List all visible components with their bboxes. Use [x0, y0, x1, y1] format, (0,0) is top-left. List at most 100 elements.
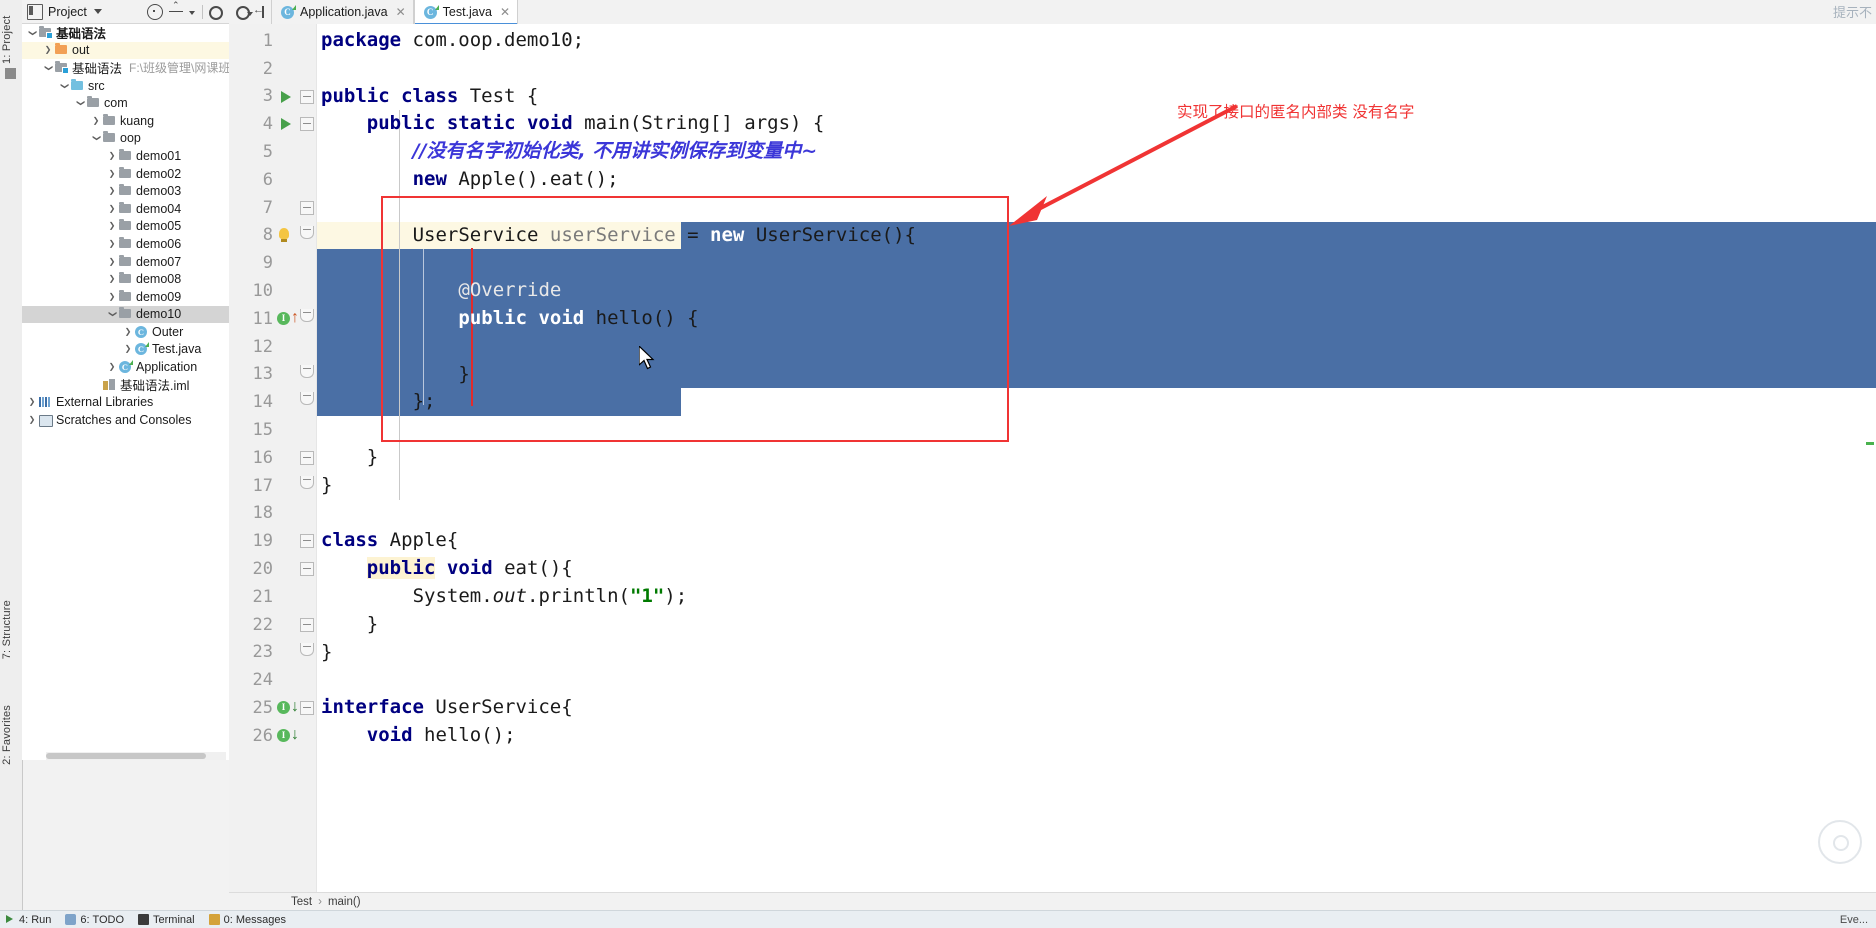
- chevron-right-icon[interactable]: [122, 327, 134, 337]
- code-line[interactable]: System.out.println("1");: [317, 583, 1876, 611]
- fold-control[interactable]: [295, 555, 317, 583]
- gutter-row[interactable]: 3: [229, 83, 317, 111]
- tree-item-demo03[interactable]: demo03: [22, 182, 229, 200]
- gutter-row[interactable]: 9: [229, 249, 317, 277]
- code-line[interactable]: new Apple().eat();: [317, 166, 1876, 194]
- fold-control[interactable]: [295, 222, 317, 250]
- chevron-right-icon[interactable]: [106, 186, 118, 196]
- code-content[interactable]: package com.oop.demo10; public class Test…: [317, 24, 1876, 900]
- chevron-down-icon[interactable]: [106, 309, 118, 319]
- code-line[interactable]: @Override: [317, 277, 1876, 305]
- gutter-marker[interactable]: [275, 110, 295, 138]
- gutter-row[interactable]: 22: [229, 611, 317, 639]
- fold-control[interactable]: [295, 83, 317, 111]
- code-line[interactable]: }: [317, 472, 1876, 500]
- chevron-right-icon[interactable]: [106, 169, 118, 179]
- gutter-marker[interactable]: [275, 500, 295, 528]
- tree-item-out[interactable]: out: [22, 41, 229, 60]
- implements-icon[interactable]: I: [277, 312, 290, 325]
- fold-collapse-icon[interactable]: [300, 200, 314, 215]
- gutter-marker[interactable]: I ↑: [275, 305, 299, 333]
- gutter-row[interactable]: 6: [229, 166, 317, 194]
- gutter-marker[interactable]: I ↓: [275, 722, 299, 750]
- fold-control[interactable]: [295, 110, 317, 138]
- fold-control[interactable]: [295, 500, 317, 528]
- chevron-right-icon[interactable]: [106, 151, 118, 161]
- gutter-row[interactable]: 8: [229, 222, 317, 250]
- fold-control[interactable]: [295, 27, 317, 55]
- gutter-marker[interactable]: [275, 388, 295, 416]
- chevron-down-icon[interactable]: [42, 63, 54, 73]
- gutter-row[interactable]: 24: [229, 666, 317, 694]
- code-line[interactable]: }: [317, 361, 1876, 389]
- gutter-row[interactable]: 13: [229, 361, 317, 389]
- chevron-right-icon[interactable]: [90, 116, 102, 126]
- code-editor[interactable]: 1 2 3 4 5 6 7 8 9 10 11 I ↑ 12 13 14 15 16 17 18 19 20 21 22 23 2…: [229, 24, 1876, 900]
- chevron-right-icon[interactable]: [106, 257, 118, 267]
- chevron-right-icon[interactable]: [26, 415, 38, 425]
- chevron-down-icon[interactable]: [93, 9, 102, 14]
- tree-item-demo01[interactable]: demo01: [22, 147, 229, 165]
- fold-control[interactable]: [295, 666, 317, 694]
- tree-item-externallibraries[interactable]: External Libraries: [22, 393, 229, 411]
- gutter-marker[interactable]: [275, 138, 295, 166]
- tree-item-com[interactable]: com: [22, 94, 229, 112]
- fold-end-icon[interactable]: [300, 642, 314, 656]
- tree-item-demo06[interactable]: demo06: [22, 235, 229, 253]
- tree-item-iml[interactable]: 基础语法.iml: [22, 376, 229, 394]
- code-line[interactable]: //没有名字初始化类, 不用讲实例保存到变量中~: [317, 138, 1876, 166]
- code-line[interactable]: package com.oop.demo10;: [317, 27, 1876, 55]
- chevron-right-icon[interactable]: [122, 344, 134, 354]
- tree-item-demo05[interactable]: demo05: [22, 218, 229, 236]
- fold-control[interactable]: [295, 416, 317, 444]
- fold-control[interactable]: [295, 305, 317, 333]
- implemented-icon[interactable]: I: [277, 701, 290, 715]
- gutter-marker[interactable]: [275, 194, 295, 222]
- editor-tab-applicationjava[interactable]: C Application.java ✕: [271, 0, 414, 24]
- gutter-row[interactable]: 11 I ↑: [229, 305, 317, 333]
- vertical-tab-favorites[interactable]: 2: Favorites: [1, 705, 13, 765]
- code-line[interactable]: public static void main(String[] args) {: [317, 110, 1876, 138]
- tree-item-demo04[interactable]: demo04: [22, 200, 229, 218]
- fold-control[interactable]: [295, 55, 317, 83]
- code-line[interactable]: UserService userService = new UserServic…: [317, 222, 1876, 250]
- code-line[interactable]: class Apple{: [317, 527, 1876, 555]
- gutter-row[interactable]: 12: [229, 333, 317, 361]
- code-line[interactable]: interface UserService{: [317, 694, 1876, 722]
- gutter-marker[interactable]: [275, 555, 295, 583]
- editor-gutter[interactable]: 1 2 3 4 5 6 7 8 9 10 11 I ↑ 12 13 14 15 16 17 18 19 20 21 22 23 2…: [229, 24, 317, 900]
- gutter-row[interactable]: 26 I ↓: [229, 722, 317, 750]
- breadcrumb-method[interactable]: main(): [328, 896, 361, 908]
- tree-item-demo02[interactable]: demo02: [22, 165, 229, 183]
- gutter-row[interactable]: 21: [229, 583, 317, 611]
- project-tree[interactable]: 基础语法out基础语法F:\班级管理\网课班\代码\Jasrccomkuango…: [22, 24, 229, 760]
- gutter-row[interactable]: 25 I ↓: [229, 694, 317, 722]
- fold-control[interactable]: [295, 194, 317, 222]
- chevron-right-icon[interactable]: [106, 239, 118, 249]
- gutter-row[interactable]: 2: [229, 55, 317, 83]
- tree-item-testjava[interactable]: CTest.java: [22, 341, 229, 359]
- code-line[interactable]: };: [317, 388, 1876, 416]
- gutter-row[interactable]: 4: [229, 110, 317, 138]
- fold-control[interactable]: [295, 333, 317, 361]
- gutter-marker[interactable]: [275, 527, 295, 555]
- fold-end-icon[interactable]: [300, 475, 314, 489]
- code-line[interactable]: [317, 416, 1876, 444]
- fold-end-icon[interactable]: [300, 309, 314, 322]
- fold-control[interactable]: [295, 249, 317, 277]
- fold-control[interactable]: [295, 527, 317, 555]
- tree-item-[interactable]: 基础语法: [22, 24, 229, 42]
- code-line[interactable]: [317, 666, 1876, 694]
- chevron-right-icon[interactable]: [106, 221, 118, 231]
- gutter-row[interactable]: 18: [229, 500, 317, 528]
- tree-item-src[interactable]: src: [22, 77, 229, 95]
- collapse-all-icon[interactable]: [169, 0, 183, 19]
- fold-collapse-icon[interactable]: [300, 617, 314, 632]
- gutter-marker[interactable]: [275, 416, 295, 444]
- gutter-row[interactable]: 23: [229, 639, 317, 667]
- gutter-marker[interactable]: [275, 666, 295, 694]
- status-todo[interactable]: 6: TODO: [65, 914, 124, 926]
- gutter-row[interactable]: 19: [229, 527, 317, 555]
- fold-control[interactable]: [295, 639, 317, 667]
- gutter-marker[interactable]: [275, 333, 295, 361]
